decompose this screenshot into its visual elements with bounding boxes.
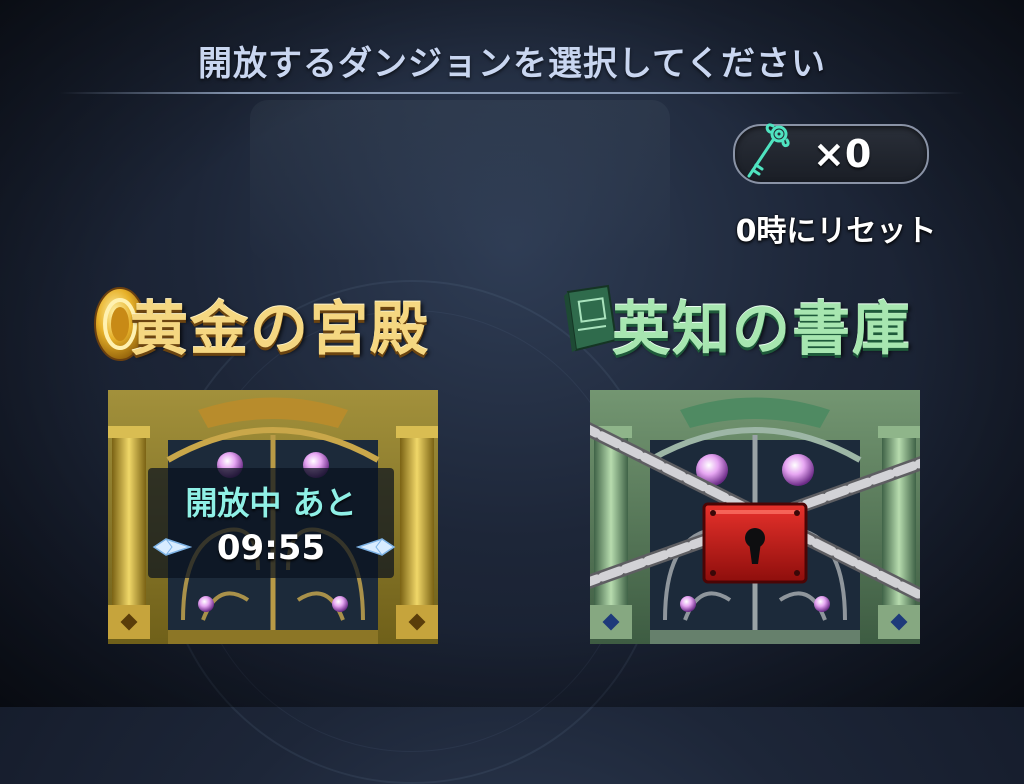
- page-header: 開放するダンジョンを選択してください: [60, 36, 964, 94]
- open-status-overlay: 開放中 あと 09:55: [148, 468, 394, 578]
- diamond-ornament-icon: [152, 538, 192, 556]
- open-status-label: 開放中 あと: [185, 484, 357, 522]
- page-title: 開放するダンジョンを選択してください: [198, 44, 826, 84]
- dungeon-door-wisdom-archive[interactable]: [573, 390, 937, 644]
- key-count: ×0: [813, 132, 872, 176]
- key-icon: [747, 123, 790, 178]
- reset-notice: 0時にリセット: [735, 214, 937, 249]
- dungeon-title-wisdom-archive: 英知の書庫: [612, 295, 913, 363]
- green-door-art: [573, 390, 937, 644]
- dungeon-title-gold-palace: 黄金の宮殿: [130, 295, 431, 363]
- key-counter: ×0: [733, 123, 929, 184]
- padlock-icon: [702, 502, 808, 584]
- header-divider: [60, 92, 964, 94]
- background-table: [250, 100, 670, 260]
- diamond-ornament-icon: [356, 538, 396, 556]
